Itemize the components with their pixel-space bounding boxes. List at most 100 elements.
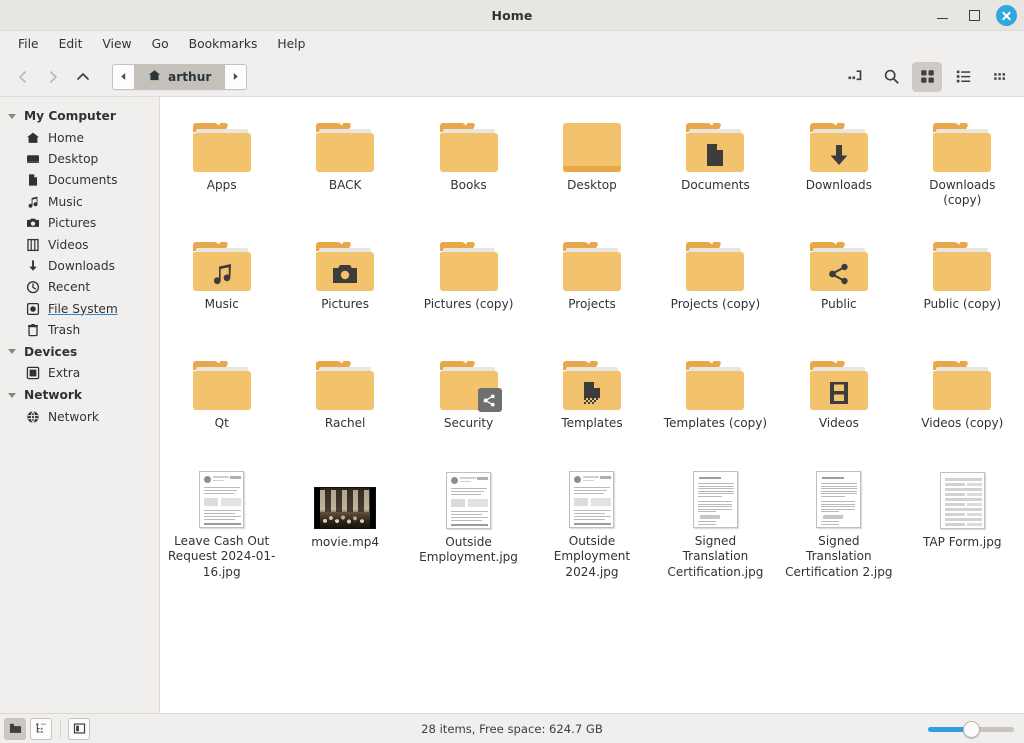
file-name-label: Rachel bbox=[324, 416, 366, 430]
file-list-area[interactable]: Apps BACK Books Desktop Documents Downloads Do… bbox=[160, 97, 1024, 713]
back-button[interactable] bbox=[8, 63, 38, 91]
file-item[interactable]: Pictures (copy) bbox=[407, 222, 530, 341]
menu-view[interactable]: View bbox=[92, 34, 141, 54]
zoom-slider[interactable] bbox=[928, 720, 1014, 738]
file-item[interactable]: Signed Translation Certification 2.jpg bbox=[777, 460, 900, 579]
sidebar-item-label: Desktop bbox=[48, 152, 99, 167]
file-name-label: Templates (copy) bbox=[663, 416, 768, 430]
folder-shape bbox=[192, 361, 251, 410]
sidebar-item-pictures[interactable]: Pictures bbox=[0, 213, 159, 234]
file-item[interactable]: TAP Form.jpg bbox=[901, 460, 1024, 579]
menu-bookmarks[interactable]: Bookmarks bbox=[179, 34, 268, 54]
file-item[interactable]: BACK bbox=[283, 103, 406, 222]
harddisk-icon bbox=[25, 301, 40, 316]
file-item[interactable]: Downloads bbox=[777, 103, 900, 222]
close-button[interactable] bbox=[996, 5, 1017, 26]
folder-shape bbox=[809, 242, 868, 291]
sidebar-item-videos[interactable]: Videos bbox=[0, 234, 159, 255]
sidebar-item-music[interactable]: Music bbox=[0, 191, 159, 212]
sidebar-item-downloads[interactable]: Downloads bbox=[0, 255, 159, 276]
file-item[interactable]: Music bbox=[160, 222, 283, 341]
forward-button[interactable] bbox=[38, 63, 68, 91]
sidebar-item-label: Videos bbox=[48, 237, 89, 252]
file-item[interactable]: Desktop bbox=[530, 103, 653, 222]
folder-shape bbox=[686, 123, 745, 172]
file-item[interactable]: Signed Translation Certification.jpg bbox=[654, 460, 777, 579]
file-name-label: Books bbox=[450, 178, 487, 192]
document-icon bbox=[25, 173, 40, 188]
file-item[interactable]: Downloads (copy) bbox=[901, 103, 1024, 222]
file-name-label: Public bbox=[821, 297, 857, 311]
show-sidebar-toggle-button[interactable] bbox=[68, 717, 90, 740]
file-item[interactable]: Templates (copy) bbox=[654, 341, 777, 460]
tree-view-toggle-button[interactable] bbox=[30, 717, 52, 740]
file-name-label: Qt bbox=[214, 416, 229, 430]
file-item[interactable]: Videos bbox=[777, 341, 900, 460]
video-preview bbox=[314, 487, 377, 529]
template-emblem-icon bbox=[563, 375, 621, 410]
search-button[interactable] bbox=[876, 62, 906, 92]
menu-edit[interactable]: Edit bbox=[49, 34, 93, 54]
folder-icon bbox=[807, 114, 871, 172]
film-icon bbox=[25, 237, 40, 252]
globe-icon bbox=[25, 409, 40, 424]
sidebar-item-trash[interactable]: Trash bbox=[0, 319, 159, 340]
sidebar-item-home[interactable]: Home bbox=[0, 127, 159, 148]
file-name-label: movie.mp4 bbox=[311, 535, 380, 549]
folder-shape bbox=[686, 361, 745, 410]
file-item[interactable]: Pictures bbox=[283, 222, 406, 341]
file-item[interactable]: Leave Cash Out Request 2024-01-16.jpg bbox=[160, 460, 283, 579]
sidebar-item-documents[interactable]: Documents bbox=[0, 170, 159, 191]
compact-view-button[interactable] bbox=[984, 62, 1014, 92]
file-item[interactable]: Apps bbox=[160, 103, 283, 222]
sidebar-group-network[interactable]: Network bbox=[0, 384, 159, 406]
file-item[interactable]: Books bbox=[407, 103, 530, 222]
file-item[interactable]: Security bbox=[407, 341, 530, 460]
folder-icon bbox=[313, 114, 377, 172]
file-item[interactable]: Public bbox=[777, 222, 900, 341]
breadcrumb-arthur[interactable]: arthur bbox=[134, 64, 226, 89]
path-bar: arthur bbox=[112, 63, 248, 90]
file-item[interactable]: Projects (copy) bbox=[654, 222, 777, 341]
folder-shape bbox=[686, 242, 745, 291]
sidebar-group-my-computer[interactable]: My Computer bbox=[0, 105, 159, 127]
menu-help[interactable]: Help bbox=[267, 34, 315, 54]
maximize-button[interactable] bbox=[965, 7, 983, 25]
sidebar-item-extra[interactable]: Extra bbox=[0, 363, 159, 384]
icon-view-toggle-button[interactable] bbox=[4, 717, 26, 740]
file-item[interactable]: Videos (copy) bbox=[901, 341, 1024, 460]
file-item[interactable]: Outside Employment.jpg bbox=[407, 460, 530, 579]
sidebar-item-desktop[interactable]: Desktop bbox=[0, 148, 159, 169]
list-view-button[interactable] bbox=[948, 62, 978, 92]
zoom-slider-knob[interactable] bbox=[962, 720, 980, 738]
download-arrow-icon bbox=[25, 258, 40, 273]
menu-go[interactable]: Go bbox=[142, 34, 179, 54]
folder-icon bbox=[560, 352, 624, 410]
file-item[interactable]: Templates bbox=[530, 341, 653, 460]
minimize-button[interactable] bbox=[934, 7, 952, 25]
file-name-label: Leave Cash Out Request 2024-01-16.jpg bbox=[167, 534, 276, 579]
folder-shape bbox=[192, 242, 251, 291]
image-thumbnail bbox=[560, 471, 624, 528]
folder-icon bbox=[313, 233, 377, 291]
toggle-location-entry-button[interactable] bbox=[840, 62, 870, 92]
sidebar-item-network[interactable]: Network bbox=[0, 406, 159, 427]
file-item[interactable]: Rachel bbox=[283, 341, 406, 460]
path-scroll-left-button[interactable] bbox=[113, 64, 134, 89]
document-thumbnail bbox=[569, 471, 615, 528]
up-button[interactable] bbox=[68, 63, 98, 91]
sidebar-item-recent[interactable]: Recent bbox=[0, 277, 159, 298]
file-item[interactable]: Documents bbox=[654, 103, 777, 222]
path-scroll-right-button[interactable] bbox=[225, 64, 247, 89]
menu-file[interactable]: File bbox=[8, 34, 49, 54]
file-name-label: Videos (copy) bbox=[921, 416, 1004, 430]
file-item[interactable]: Qt bbox=[160, 341, 283, 460]
file-item[interactable]: movie.mp4 bbox=[283, 460, 406, 579]
sidebar-item-file-system[interactable]: File System bbox=[0, 298, 159, 319]
file-item[interactable]: Outside Employment 2024.jpg bbox=[530, 460, 653, 579]
folder-icon bbox=[930, 233, 994, 291]
file-item[interactable]: Public (copy) bbox=[901, 222, 1024, 341]
sidebar-group-devices[interactable]: Devices bbox=[0, 341, 159, 363]
icon-view-button[interactable] bbox=[912, 61, 942, 92]
file-item[interactable]: Projects bbox=[530, 222, 653, 341]
